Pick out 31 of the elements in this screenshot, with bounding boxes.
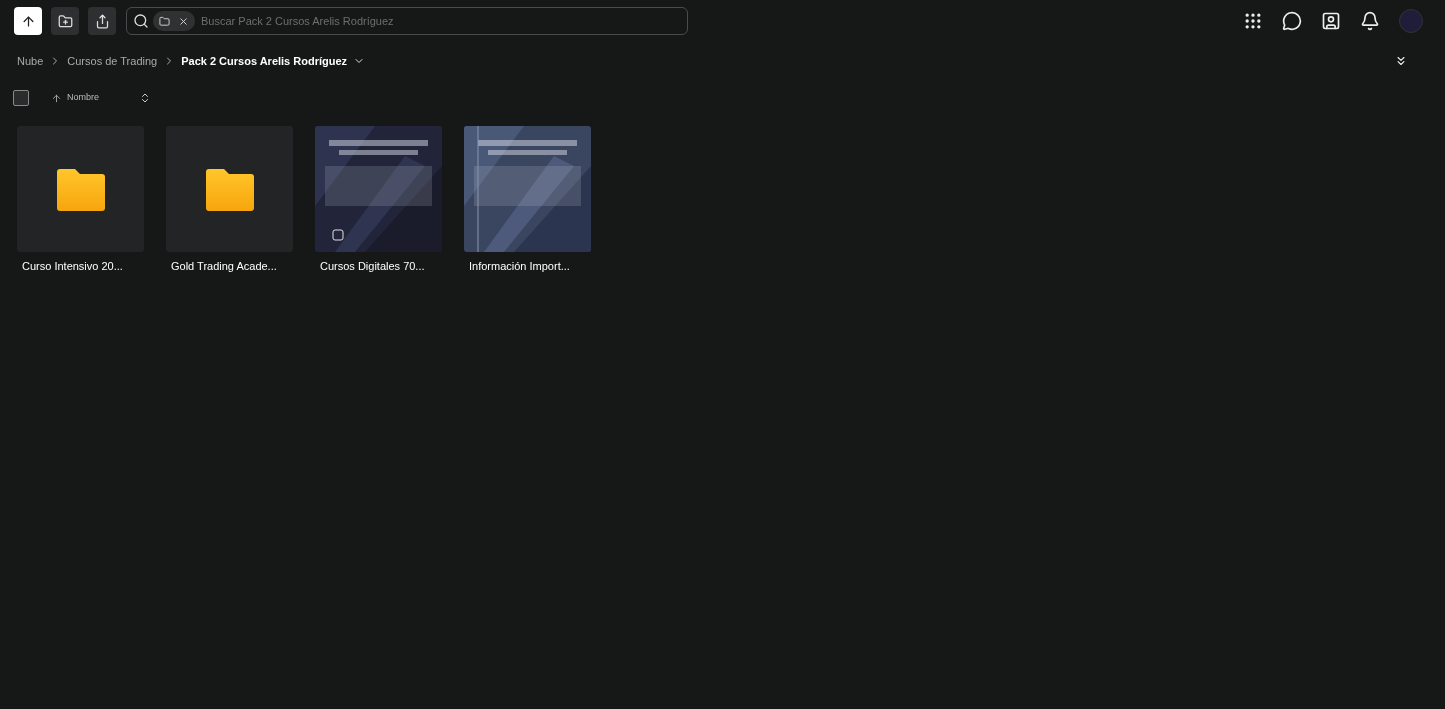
close-icon[interactable] <box>178 15 189 27</box>
breadcrumb-item[interactable]: Cursos de Trading <box>67 52 158 70</box>
new-folder-button[interactable] <box>51 7 79 35</box>
file-name: Gold Trading Acade... <box>170 259 278 274</box>
apps-grid-icon[interactable] <box>1243 11 1263 31</box>
collapse-icon[interactable] <box>1394 54 1408 68</box>
folder-filter-chip[interactable] <box>153 11 195 31</box>
file-name: Cursos Digitales 70... <box>319 259 426 274</box>
share-icon <box>94 13 110 29</box>
contacts-icon[interactable] <box>1321 11 1341 31</box>
search-field[interactable]: Buscar Pack 2 Cursos Arelis Rodríguez <box>201 12 681 30</box>
notifications-icon[interactable] <box>1360 11 1380 31</box>
arrow-up-icon <box>51 92 62 104</box>
folder-icon <box>159 15 170 27</box>
sort-button[interactable]: Nombre <box>51 91 151 105</box>
folder-tile[interactable] <box>17 126 144 252</box>
search-bar[interactable]: Buscar Pack 2 Cursos Arelis Rodríguez <box>126 7 688 35</box>
chat-icon[interactable] <box>1282 11 1302 31</box>
upload-button[interactable] <box>14 7 42 35</box>
folder-icon <box>205 167 254 211</box>
file-name: Curso Intensivo 20... <box>21 259 124 274</box>
folder-icon <box>56 167 105 211</box>
select-all-checkbox[interactable] <box>13 90 29 106</box>
sort-toggle-icon <box>139 92 151 104</box>
file-name: Información Import... <box>468 259 571 274</box>
search-icon <box>133 13 149 29</box>
share-button[interactable] <box>88 7 116 35</box>
breadcrumb-item[interactable]: Pack 2 Cursos Arelis Rodríguez <box>181 52 348 70</box>
folder-plus-icon <box>57 13 73 29</box>
breadcrumb-item[interactable]: Nube <box>17 52 44 70</box>
folder-tile[interactable] <box>166 126 293 252</box>
